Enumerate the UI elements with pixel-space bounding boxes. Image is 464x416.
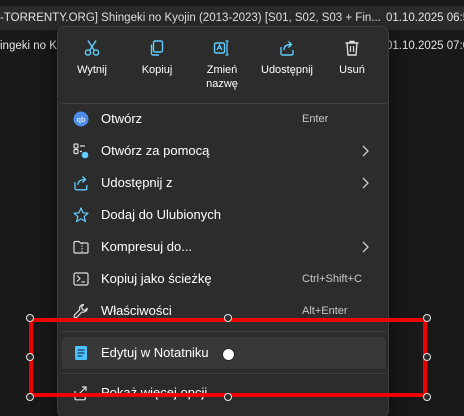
menu-item-open-with[interactable]: Otwórz za pomocą (62, 135, 386, 167)
menu-item-copy-path[interactable]: Kopiuj jako ścieżkę Ctrl+Shift+C (62, 263, 386, 295)
selection-handle[interactable] (423, 353, 431, 361)
share-icon (280, 41, 294, 56)
chevron-right-icon (362, 177, 369, 189)
selection-handle[interactable] (423, 314, 431, 322)
share-to-icon (74, 176, 88, 191)
open-app-icon: qb (73, 111, 89, 127)
rename-button[interactable]: Zmień nazwę (191, 35, 253, 97)
trash-icon (345, 40, 359, 56)
file-date: 01.10.2025 07:0 (386, 40, 464, 52)
selection-handle[interactable] (224, 393, 232, 401)
svg-text:qb: qb (77, 116, 86, 124)
shortcut-label: Ctrl+Shift+C (302, 273, 362, 285)
scissors-icon (84, 40, 100, 56)
menu-item-label: Kopiuj jako ścieżkę (101, 271, 212, 286)
delete-button[interactable]: Usuń (321, 35, 383, 97)
shortcut-label: Enter (302, 113, 329, 125)
move-cursor-icon (222, 348, 235, 361)
selection-handle[interactable] (26, 314, 34, 322)
selection-handle[interactable] (423, 393, 431, 401)
menu-item-label: Dodaj do Ulubionych (101, 207, 221, 222)
copy-label: Kopiuj (141, 64, 173, 76)
file-name: ingeki no Ky (0, 40, 63, 52)
star-icon (73, 207, 89, 223)
context-toolbar: Wytnij Kopiuj Zmień nazwę Udostępnij Usu… (58, 27, 388, 101)
selection-handle[interactable] (26, 393, 34, 401)
selection-handle[interactable] (224, 314, 232, 322)
cut-label: Wytnij (77, 64, 107, 76)
copy-icon (150, 40, 164, 56)
menu-item-compress[interactable]: Kompresuj do... (62, 231, 386, 263)
chevron-right-icon (362, 145, 369, 157)
copy-button[interactable]: Kopiuj (126, 35, 188, 97)
selection-handle[interactable] (26, 353, 34, 361)
share-button[interactable]: Udostępnij (256, 35, 318, 97)
wrench-icon (73, 303, 88, 319)
delete-label: Usuń (339, 64, 365, 76)
open-with-icon (73, 143, 89, 159)
share-label: Udostępnij (261, 64, 313, 76)
rename-icon (213, 40, 229, 56)
menu-item-add-favorites[interactable]: Dodaj do Ulubionych (62, 199, 386, 231)
menu-item-label: Udostępnij z (101, 175, 173, 190)
cut-button[interactable]: Wytnij (61, 35, 123, 97)
menu-item-label: Otwórz za pomocą (101, 143, 210, 158)
menu-item-share-with[interactable]: Udostępnij z (62, 167, 386, 199)
folder-zip-icon (73, 240, 89, 254)
chevron-right-icon (362, 241, 369, 253)
path-icon (73, 272, 89, 286)
file-date: 01.10.2025 06:5 (386, 12, 464, 24)
rename-label: Zmień nazwę (206, 64, 238, 90)
menu-item-label: Kompresuj do... (101, 239, 193, 254)
menu-item-open[interactable]: qb Otwórz Enter (62, 103, 386, 135)
menu-item-label: Otwórz (101, 111, 143, 126)
